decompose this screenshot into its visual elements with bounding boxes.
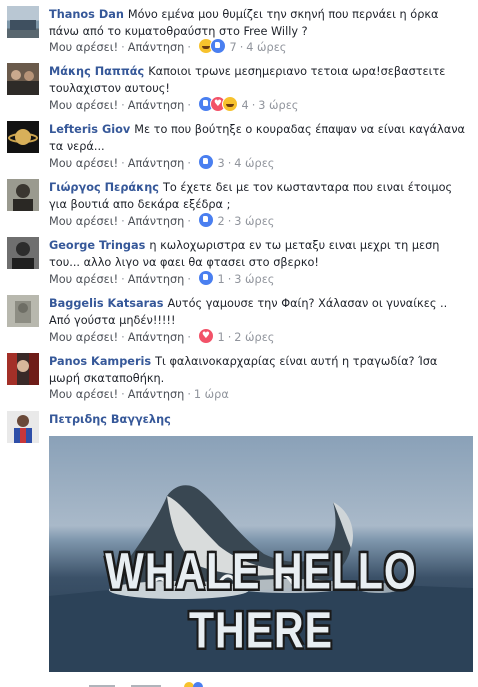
reply-link[interactable]: Απάντηση	[128, 99, 185, 112]
author-name[interactable]: Baggelis Katsaras	[49, 297, 164, 310]
reply-link[interactable]: Απάντηση	[128, 157, 185, 170]
reaction-count[interactable]: 3	[218, 157, 225, 170]
avatar[interactable]	[7, 237, 39, 269]
comment-actions: Μου αρέσει! · Απάντηση · 2 · 3 ώρες	[49, 212, 274, 230]
like-link[interactable]: Μου αρέσει!	[49, 273, 118, 286]
reaction-icons[interactable]	[197, 212, 214, 230]
author-name[interactable]: Γιώργος Περάκης	[49, 181, 159, 194]
comment-body: Panos Kamperis Τι φαλαινοκαρχαρίας είναι …	[49, 353, 469, 387]
comment-body: George Tringas η κωλοχωριστρα εν τω μεταξ…	[49, 237, 469, 271]
reaction-icons[interactable]	[197, 154, 214, 172]
timestamp[interactable]: 3 ώρες	[234, 273, 274, 286]
comment-actions: Μου αρέσει! · Απάντηση · 7 · 4 ώρες	[49, 38, 286, 56]
comment-body: Thanos Dan Μόνο εμένα μου θυμίζει την σκη…	[49, 6, 469, 40]
love-reaction-icon	[197, 328, 214, 345]
timestamp[interactable]: 3 ώρες	[234, 215, 274, 228]
reaction-count[interactable]: 1	[218, 331, 225, 344]
reaction-count[interactable]: 1	[218, 273, 225, 286]
comment-actions: Μου αρέσει! · Απάντηση · 1 ώρα	[49, 388, 229, 401]
reaction-icons[interactable]	[197, 328, 214, 346]
author-name[interactable]: Πετριδης Βαγγελης	[49, 413, 171, 426]
avatar[interactable]	[7, 179, 39, 211]
comment-body: Lefteris Giov Με το που βούτηξε ο κουραδα…	[49, 121, 469, 155]
author-name[interactable]: Panos Kamperis	[49, 355, 151, 368]
reply-link[interactable]: Απάντηση	[128, 388, 185, 401]
like-reaction-icon	[197, 270, 214, 286]
timestamp[interactable]: 3 ώρες	[258, 99, 298, 112]
avatar[interactable]	[7, 295, 39, 327]
like-link[interactable]: Μου αρέσει!	[49, 99, 118, 112]
like-reaction-icon	[197, 212, 214, 228]
reaction-count[interactable]: 7	[230, 41, 237, 54]
reaction-count[interactable]: 2	[218, 215, 225, 228]
like-link[interactable]: Μου αρέσει!	[49, 215, 118, 228]
avatar[interactable]	[7, 353, 39, 385]
next-comment-actions-partial	[49, 676, 478, 687]
avatar[interactable]	[7, 6, 39, 38]
comment-actions: Μου αρέσει! · Απάντηση · 3 · 4 ώρες	[49, 154, 274, 172]
comment-actions: Μου αρέσει!·Απάντηση· 4·3 ώρες	[49, 96, 298, 114]
timestamp[interactable]: 1 ώρα	[194, 388, 229, 401]
reply-link[interactable]: Απάντηση	[128, 273, 185, 286]
like-reaction-icon	[209, 38, 226, 54]
reaction-count[interactable]: 4	[242, 99, 249, 112]
like-link[interactable]: Μου αρέσει!	[49, 157, 118, 170]
comment-body: Πετριδης Βαγγελης	[49, 411, 469, 428]
comment-body: Γιώργος Περάκης Το έχετε δει με τον κωστα…	[49, 179, 469, 213]
comment-body: Baggelis Katsaras Αυτός γαμουσε την Φαίη?…	[49, 295, 469, 329]
avatar[interactable]	[7, 411, 39, 443]
avatar[interactable]	[7, 121, 39, 153]
like-reaction-icon	[197, 154, 214, 170]
reaction-icons[interactable]	[197, 96, 238, 114]
reply-link[interactable]: Απάντηση	[128, 215, 185, 228]
avatar[interactable]	[7, 63, 39, 95]
like-link[interactable]: Μου αρέσει!	[49, 388, 118, 401]
author-name[interactable]: Thanos Dan	[49, 8, 124, 21]
timestamp[interactable]: 4 ώρες	[234, 157, 274, 170]
comment-actions: Μου αρέσει!·Απάντηση· 1·2 ώρες	[49, 328, 274, 346]
like-link[interactable]: Μου αρέσει!	[49, 331, 118, 344]
timestamp[interactable]: 4 ώρες	[246, 41, 286, 54]
reaction-icons[interactable]	[197, 38, 226, 56]
author-name[interactable]: Lefteris Giov	[49, 123, 130, 136]
reply-link[interactable]: Απάντηση	[128, 41, 185, 54]
gif-caption: WHALE HELLO THERE	[105, 542, 417, 659]
author-name[interactable]: Μάκης Παππάς	[49, 65, 144, 78]
comment-actions: Μου αρέσει! · Απάντηση · 1 · 3 ώρες	[49, 270, 274, 288]
timestamp[interactable]: 2 ώρες	[234, 331, 274, 344]
reaction-icons[interactable]	[197, 270, 214, 288]
reply-link[interactable]: Απάντηση	[128, 331, 185, 344]
haha-reaction-icon	[221, 96, 238, 112]
whale-gif[interactable]: WHALE HELLO THERE	[49, 436, 473, 672]
comment-body: Μάκης Παππάς Καποιοι τρωνε μεσημεριανο τε…	[49, 63, 469, 97]
like-link[interactable]: Μου αρέσει!	[49, 41, 118, 54]
author-name[interactable]: George Tringas	[49, 239, 145, 252]
